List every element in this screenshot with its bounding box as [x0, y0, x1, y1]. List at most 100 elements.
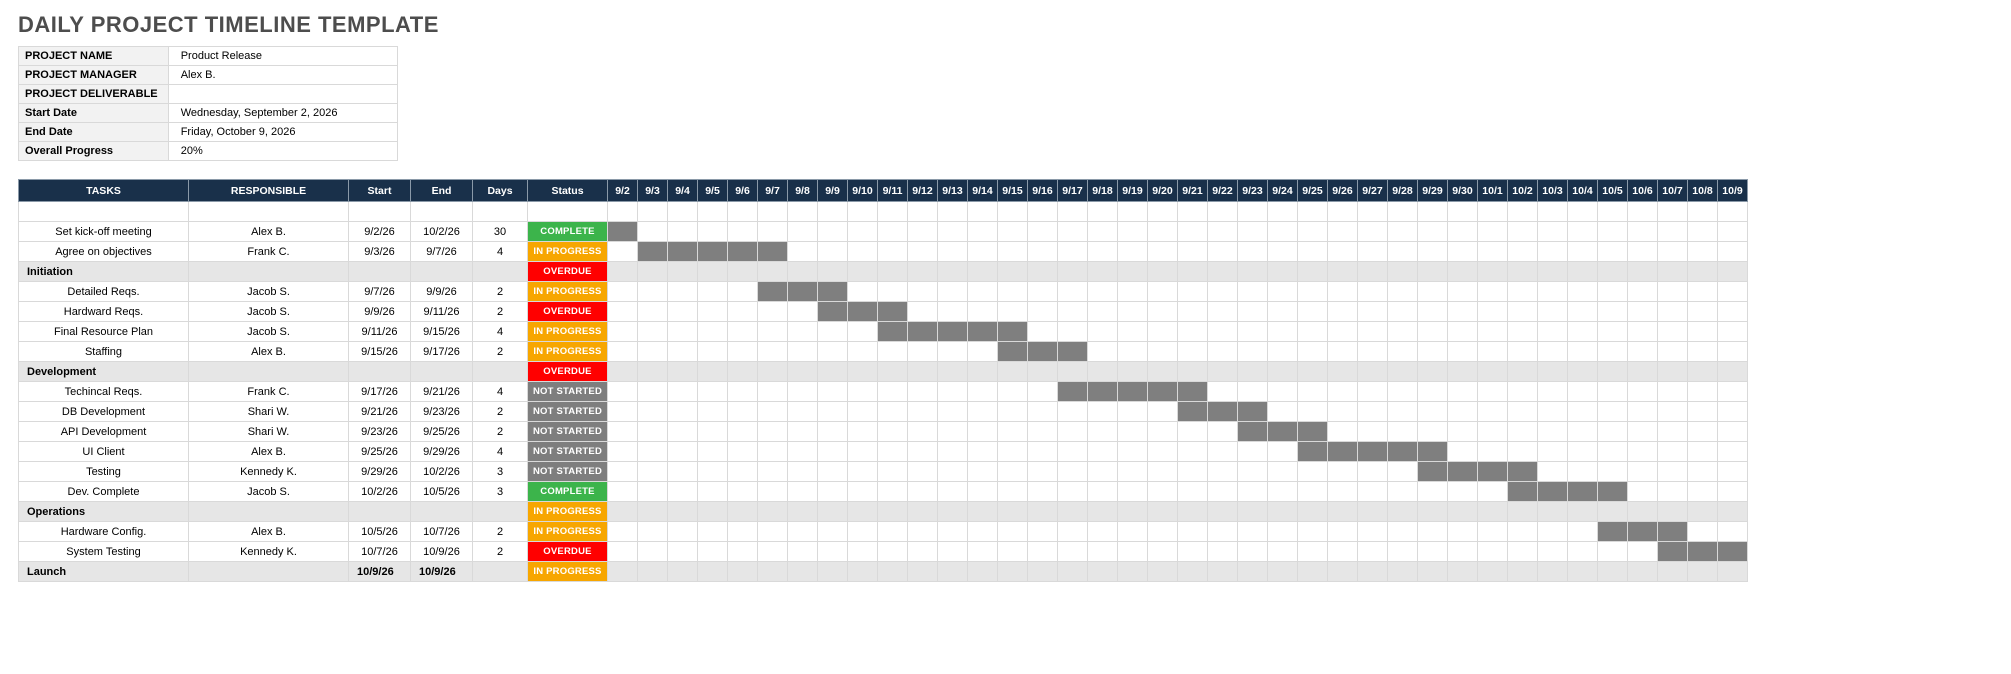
- task-name[interactable]: Final Resource Plan: [19, 322, 189, 342]
- task-name[interactable]: Testing: [19, 462, 189, 482]
- meta-value[interactable]: Wednesday, September 2, 2026: [168, 104, 397, 123]
- start-date[interactable]: 9/7/26: [349, 282, 411, 302]
- start-date[interactable]: 10/7/26: [349, 542, 411, 562]
- start-date[interactable]: 10/9/26: [349, 562, 411, 582]
- end-date[interactable]: [411, 502, 473, 522]
- start-date[interactable]: [349, 362, 411, 382]
- meta-value[interactable]: Product Release: [168, 47, 397, 66]
- end-date[interactable]: 9/11/26: [411, 302, 473, 322]
- start-date[interactable]: [349, 502, 411, 522]
- responsible[interactable]: [189, 502, 349, 522]
- responsible[interactable]: [189, 362, 349, 382]
- task-name[interactable]: API Development: [19, 422, 189, 442]
- status-cell[interactable]: OVERDUE: [528, 362, 608, 382]
- end-date[interactable]: [411, 362, 473, 382]
- days[interactable]: [473, 202, 528, 222]
- task-name[interactable]: Hardward Reqs.: [19, 302, 189, 322]
- start-date[interactable]: 9/17/26: [349, 382, 411, 402]
- days[interactable]: 2: [473, 402, 528, 422]
- responsible[interactable]: Alex B.: [189, 342, 349, 362]
- status-cell[interactable]: OVERDUE: [528, 262, 608, 282]
- days[interactable]: 2: [473, 282, 528, 302]
- days[interactable]: 4: [473, 242, 528, 262]
- days[interactable]: [473, 502, 528, 522]
- task-name[interactable]: DB Development: [19, 402, 189, 422]
- task-name[interactable]: System Testing: [19, 542, 189, 562]
- responsible[interactable]: Jacob S.: [189, 322, 349, 342]
- start-date[interactable]: 9/3/26: [349, 242, 411, 262]
- meta-value[interactable]: 20%: [168, 142, 397, 161]
- days[interactable]: 3: [473, 482, 528, 502]
- start-date[interactable]: [349, 202, 411, 222]
- status-cell[interactable]: IN PROGRESS: [528, 522, 608, 542]
- responsible[interactable]: [189, 562, 349, 582]
- start-date[interactable]: 9/11/26: [349, 322, 411, 342]
- status-cell[interactable]: NOT STARTED: [528, 442, 608, 462]
- days[interactable]: 2: [473, 522, 528, 542]
- status-cell[interactable]: IN PROGRESS: [528, 502, 608, 522]
- status-cell[interactable]: NOT STARTED: [528, 382, 608, 402]
- task-name[interactable]: Hardware Config.: [19, 522, 189, 542]
- end-date[interactable]: [411, 202, 473, 222]
- start-date[interactable]: 9/9/26: [349, 302, 411, 322]
- responsible[interactable]: [189, 262, 349, 282]
- days[interactable]: 4: [473, 442, 528, 462]
- start-date[interactable]: 9/2/26: [349, 222, 411, 242]
- days[interactable]: [473, 362, 528, 382]
- end-date[interactable]: [411, 262, 473, 282]
- end-date[interactable]: 9/9/26: [411, 282, 473, 302]
- start-date[interactable]: 9/29/26: [349, 462, 411, 482]
- status-cell[interactable]: COMPLETE: [528, 482, 608, 502]
- days[interactable]: 2: [473, 302, 528, 322]
- end-date[interactable]: 9/29/26: [411, 442, 473, 462]
- status-cell[interactable]: IN PROGRESS: [528, 242, 608, 262]
- status-cell[interactable]: IN PROGRESS: [528, 342, 608, 362]
- meta-value[interactable]: Alex B.: [168, 66, 397, 85]
- status-cell[interactable]: COMPLETE: [528, 222, 608, 242]
- end-date[interactable]: 9/25/26: [411, 422, 473, 442]
- responsible[interactable]: Jacob S.: [189, 302, 349, 322]
- end-date[interactable]: 9/21/26: [411, 382, 473, 402]
- responsible[interactable]: Alex B.: [189, 442, 349, 462]
- task-name[interactable]: Agree on objectives: [19, 242, 189, 262]
- start-date[interactable]: 9/25/26: [349, 442, 411, 462]
- start-date[interactable]: 9/15/26: [349, 342, 411, 362]
- responsible[interactable]: Shari W.: [189, 402, 349, 422]
- days[interactable]: [473, 262, 528, 282]
- start-date[interactable]: 9/23/26: [349, 422, 411, 442]
- end-date[interactable]: 9/7/26: [411, 242, 473, 262]
- end-date[interactable]: 9/23/26: [411, 402, 473, 422]
- end-date[interactable]: 9/15/26: [411, 322, 473, 342]
- task-name[interactable]: Development: [19, 362, 189, 382]
- task-name[interactable]: [19, 202, 189, 222]
- meta-value[interactable]: Friday, October 9, 2026: [168, 123, 397, 142]
- start-date[interactable]: 10/5/26: [349, 522, 411, 542]
- responsible[interactable]: Shari W.: [189, 422, 349, 442]
- responsible[interactable]: Frank C.: [189, 382, 349, 402]
- task-name[interactable]: Staffing: [19, 342, 189, 362]
- days[interactable]: 2: [473, 542, 528, 562]
- days[interactable]: 3: [473, 462, 528, 482]
- task-name[interactable]: Set kick-off meeting: [19, 222, 189, 242]
- status-cell[interactable]: NOT STARTED: [528, 402, 608, 422]
- days[interactable]: [473, 562, 528, 582]
- start-date[interactable]: 9/21/26: [349, 402, 411, 422]
- days[interactable]: 2: [473, 422, 528, 442]
- status-cell[interactable]: NOT STARTED: [528, 422, 608, 442]
- responsible[interactable]: Jacob S.: [189, 282, 349, 302]
- days[interactable]: 2: [473, 342, 528, 362]
- end-date[interactable]: 10/9/26: [411, 562, 473, 582]
- end-date[interactable]: 10/9/26: [411, 542, 473, 562]
- meta-value[interactable]: [168, 85, 397, 104]
- task-name[interactable]: Dev. Complete: [19, 482, 189, 502]
- status-cell[interactable]: NOT STARTED: [528, 462, 608, 482]
- responsible[interactable]: Kennedy K.: [189, 462, 349, 482]
- end-date[interactable]: 10/7/26: [411, 522, 473, 542]
- end-date[interactable]: 10/5/26: [411, 482, 473, 502]
- responsible[interactable]: Kennedy K.: [189, 542, 349, 562]
- status-cell[interactable]: IN PROGRESS: [528, 562, 608, 582]
- start-date[interactable]: [349, 262, 411, 282]
- responsible[interactable]: Alex B.: [189, 522, 349, 542]
- end-date[interactable]: 10/2/26: [411, 462, 473, 482]
- start-date[interactable]: 10/2/26: [349, 482, 411, 502]
